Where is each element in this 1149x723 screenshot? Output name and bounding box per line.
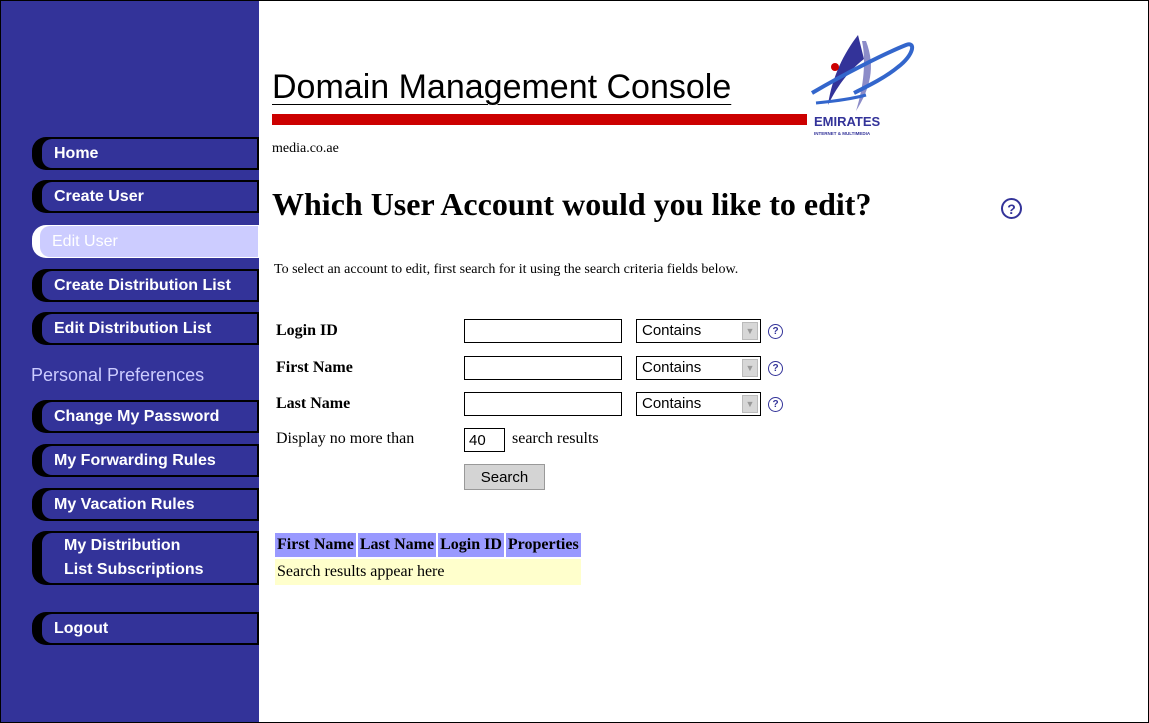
sidebar-item-distribution-list-subscriptions[interactable]: My Distribution List Subscriptions xyxy=(32,531,259,585)
sidebar-item-label: My Forwarding Rules xyxy=(42,446,257,475)
max-results-input[interactable] xyxy=(464,428,505,452)
header-divider xyxy=(272,114,807,125)
dropdown-arrow-icon[interactable]: ▼ xyxy=(742,322,758,340)
column-header-first-name[interactable]: First Name xyxy=(275,533,356,557)
sidebar-item-edit-user[interactable]: Edit User xyxy=(32,225,259,258)
sidebar: Home Create User Edit User Create Distri… xyxy=(1,1,259,722)
emirates-logo: EMIRATES INTERNET & MULTIMEDIA xyxy=(810,35,915,136)
dropdown-arrow-icon[interactable]: ▼ xyxy=(742,395,758,413)
select-value: Contains xyxy=(642,395,702,412)
results-placeholder: Search results appear here xyxy=(275,559,581,585)
select-value: Contains xyxy=(642,322,702,339)
column-header-last-name[interactable]: Last Name xyxy=(357,533,437,557)
sidebar-item-label-block: My Distribution List Subscriptions xyxy=(42,533,257,583)
login-id-label: Login ID xyxy=(276,322,338,339)
first-name-input[interactable] xyxy=(464,356,622,380)
last-name-match-select[interactable]: Contains ▼ xyxy=(636,392,761,416)
sidebar-item-create-user[interactable]: Create User xyxy=(32,180,259,213)
last-name-label: Last Name xyxy=(276,395,351,412)
sidebar-item-label: Create User xyxy=(42,182,257,211)
login-id-match-select[interactable]: Contains ▼ xyxy=(636,319,761,343)
search-button[interactable]: Search xyxy=(464,464,545,490)
logo-subtext: INTERNET & MULTIMEDIA xyxy=(814,131,871,136)
display-limit-suffix: search results xyxy=(512,430,599,447)
table-row: Search results appear here xyxy=(275,559,581,585)
logo-text: EMIRATES xyxy=(814,114,881,129)
help-icon[interactable]: ? xyxy=(768,397,783,412)
sidebar-item-label: Create Distribution List xyxy=(42,271,257,300)
first-name-match-select[interactable]: Contains ▼ xyxy=(636,356,761,380)
sidebar-item-label: Edit User xyxy=(40,226,258,257)
display-limit-label: Display no more than xyxy=(276,430,415,447)
personal-preferences-heading: Personal Preferences xyxy=(31,365,205,385)
help-icon[interactable]: ? xyxy=(768,324,783,339)
column-header-login-id[interactable]: Login ID xyxy=(438,533,504,557)
domain-label: media.co.ae xyxy=(272,141,339,156)
instructions-text: To select an account to edit, first sear… xyxy=(274,262,739,277)
select-value: Contains xyxy=(642,359,702,376)
sidebar-item-vacation-rules[interactable]: My Vacation Rules xyxy=(32,488,259,521)
page-title: Which User Account would you like to edi… xyxy=(272,186,872,222)
sidebar-item-create-distribution-list[interactable]: Create Distribution List xyxy=(32,269,259,302)
sidebar-item-label: My Vacation Rules xyxy=(42,490,257,519)
first-name-label: First Name xyxy=(276,359,353,376)
sidebar-item-logout[interactable]: Logout xyxy=(32,612,259,645)
results-table: First Name Last Name Login ID Properties… xyxy=(273,531,583,587)
sidebar-item-forwarding-rules[interactable]: My Forwarding Rules xyxy=(32,444,259,477)
help-icon[interactable]: ? xyxy=(1001,198,1022,219)
console-title: Domain Management Console xyxy=(272,68,732,106)
login-id-input[interactable] xyxy=(464,319,622,343)
sidebar-item-label-line2: List Subscriptions xyxy=(64,561,204,578)
column-header-properties[interactable]: Properties xyxy=(505,533,581,557)
sidebar-item-edit-distribution-list[interactable]: Edit Distribution List xyxy=(32,312,259,345)
sidebar-item-label: Edit Distribution List xyxy=(42,314,257,343)
sidebar-item-label-line1: My Distribution xyxy=(64,537,181,554)
sidebar-item-label: Logout xyxy=(42,614,257,643)
sidebar-item-home[interactable]: Home xyxy=(32,137,259,170)
sidebar-item-change-password[interactable]: Change My Password xyxy=(32,400,259,433)
table-header-row: First Name Last Name Login ID Properties xyxy=(275,533,581,557)
help-icon[interactable]: ? xyxy=(768,361,783,376)
dropdown-arrow-icon[interactable]: ▼ xyxy=(742,359,758,377)
last-name-input[interactable] xyxy=(464,392,622,416)
sidebar-item-label: Change My Password xyxy=(42,402,257,431)
sidebar-item-label: Home xyxy=(42,139,257,168)
